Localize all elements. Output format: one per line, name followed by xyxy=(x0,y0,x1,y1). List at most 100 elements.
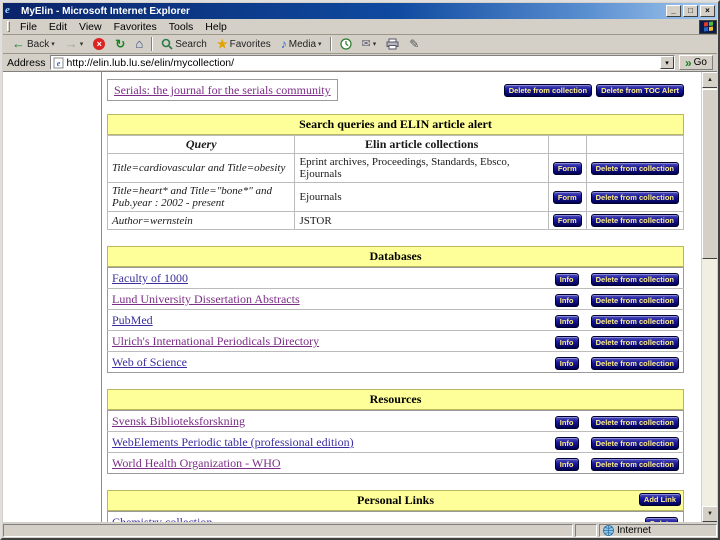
menu-favorites[interactable]: Favorites xyxy=(108,21,163,33)
mail-dropdown-icon[interactable]: ▾ xyxy=(373,40,377,48)
refresh-icon: ↻ xyxy=(115,37,126,51)
menu-grip-handle[interactable] xyxy=(7,21,10,32)
database-row: Ulrich's International Periodicals Direc… xyxy=(107,330,684,352)
status-message-panel xyxy=(3,524,573,537)
info-button[interactable]: Info xyxy=(554,437,579,450)
search-query-row: Title=cardiovascular and Title=obesity E… xyxy=(106,153,685,183)
resource-row: WebElements Periodic table (professional… xyxy=(107,431,684,453)
database-row: Web of Science Info Delete from collecti… xyxy=(108,352,684,373)
resource-link[interactable]: Svensk Biblioteksforskning xyxy=(112,414,245,428)
database-link[interactable]: PubMed xyxy=(112,313,153,327)
serials-buttons: Delete from collection Delete from TOC A… xyxy=(503,83,684,97)
menu-edit[interactable]: Edit xyxy=(43,21,73,33)
menu-tools[interactable]: Tools xyxy=(163,21,200,33)
go-button[interactable]: » Go xyxy=(678,55,713,70)
favorites-icon: ★ xyxy=(216,37,228,51)
scrollbar-thumb[interactable] xyxy=(702,89,717,259)
internet-globe-icon xyxy=(603,525,614,536)
database-link[interactable]: Web of Science xyxy=(112,355,187,369)
database-row: Lund University Dissertation Abstracts I… xyxy=(107,288,684,310)
serials-link[interactable]: Serials: the journal for the serials com… xyxy=(114,83,331,97)
favorites-label: Favorites xyxy=(229,38,271,50)
close-button[interactable]: × xyxy=(700,5,715,17)
info-button[interactable]: Info xyxy=(554,273,579,286)
menu-file[interactable]: File xyxy=(14,21,43,33)
form-button[interactable]: Form xyxy=(552,190,582,204)
stop-icon: × xyxy=(93,38,106,50)
serials-box: Serials: the journal for the serials com… xyxy=(107,79,338,101)
database-link[interactable]: Lund University Dissertation Abstracts xyxy=(112,292,300,306)
query-text: Title=cardiovascular and Title=obesity xyxy=(106,153,296,183)
edit-button[interactable]: ✎ xyxy=(404,36,424,53)
delete-from-collection-button[interactable]: Delete from collection xyxy=(590,294,679,307)
menu-view[interactable]: View xyxy=(73,21,108,33)
back-button[interactable]: ← Back ▾ xyxy=(7,36,60,53)
delete-button[interactable]: Delete xyxy=(644,517,678,522)
favorites-button[interactable]: ★ Favorites xyxy=(212,36,276,53)
resource-row: World Health Organization - WHO Info Del… xyxy=(108,453,684,474)
info-button[interactable]: Info xyxy=(554,458,579,471)
delete-from-collection-button[interactable]: Delete from collection xyxy=(503,83,593,97)
back-dropdown-icon[interactable]: ▾ xyxy=(51,40,55,48)
info-button[interactable]: Info xyxy=(554,416,579,429)
collections-text: Eprint archives, Proceedings, Standards,… xyxy=(294,153,549,183)
database-link[interactable]: Ulrich's International Periodicals Direc… xyxy=(112,334,319,348)
personal-link[interactable]: Chemistry collection xyxy=(112,515,212,522)
info-button[interactable]: Info xyxy=(554,336,579,349)
info-button[interactable]: Info xyxy=(554,294,579,307)
delete-from-collection-button[interactable]: Delete from collection xyxy=(590,357,679,370)
mail-button[interactable]: ✉ ▾ xyxy=(357,36,382,53)
search-button[interactable]: Search xyxy=(156,36,212,53)
home-button[interactable]: ⌂ xyxy=(130,36,148,53)
database-link[interactable]: Faculty of 1000 xyxy=(112,271,188,285)
media-button[interactable]: ♪ Media ▾ xyxy=(276,36,327,53)
forward-button[interactable]: → ▾ xyxy=(60,36,89,53)
print-button[interactable] xyxy=(381,36,404,53)
scroll-down-button[interactable]: ▼ xyxy=(702,506,717,522)
vertical-scrollbar[interactable]: ▲ ▼ xyxy=(701,72,717,522)
minimize-button[interactable]: _ xyxy=(666,5,681,17)
maximize-button[interactable]: □ xyxy=(683,5,698,17)
delete-from-collection-button[interactable]: Delete from collection xyxy=(590,416,679,429)
empty-header-cell xyxy=(547,135,587,154)
scroll-up-button[interactable]: ▲ xyxy=(702,72,717,88)
form-button[interactable]: Form xyxy=(552,161,582,175)
stop-button[interactable]: × xyxy=(88,36,110,53)
media-icon: ♪ xyxy=(280,37,287,51)
resource-link[interactable]: WebElements Periodic table (professional… xyxy=(112,435,354,449)
add-link-button[interactable]: Add Link xyxy=(638,493,681,506)
history-button[interactable] xyxy=(335,36,357,53)
info-button[interactable]: Info xyxy=(554,315,579,328)
delete-from-collection-button[interactable]: Delete from collection xyxy=(590,214,679,227)
database-row: PubMed Info Delete from collection xyxy=(107,309,684,331)
delete-from-collection-button[interactable]: Delete from collection xyxy=(590,190,679,204)
search-table-header-row: Query Elin article collections xyxy=(106,135,685,154)
address-label: Address xyxy=(7,56,46,69)
resource-link[interactable]: World Health Organization - WHO xyxy=(112,456,281,470)
search-query-row: Author=wernstein JSTOR Form Delete from … xyxy=(106,211,685,230)
forward-dropdown-icon[interactable]: ▾ xyxy=(80,40,84,48)
form-button[interactable]: Form xyxy=(552,214,582,227)
address-dropdown-button[interactable]: ▾ xyxy=(659,56,674,69)
delete-from-collection-button[interactable]: Delete from collection xyxy=(590,315,679,328)
menu-help[interactable]: Help xyxy=(199,21,233,33)
delete-from-collection-button[interactable]: Delete from collection xyxy=(590,458,679,471)
page-frame: Serials: the journal for the serials com… xyxy=(101,72,689,522)
print-icon xyxy=(386,38,399,50)
delete-from-collection-button[interactable]: Delete from collection xyxy=(590,273,679,286)
query-text: Author=wernstein xyxy=(106,211,296,230)
refresh-button[interactable]: ↻ xyxy=(110,36,130,53)
delete-from-collection-button[interactable]: Delete from collection xyxy=(590,161,679,175)
status-spacer-panel xyxy=(575,524,597,537)
address-input[interactable]: e http://elin.lub.lu.se/elin/mycollectio… xyxy=(49,55,675,70)
delete-from-toc-alert-button[interactable]: Delete from TOC Alert xyxy=(596,83,684,97)
media-dropdown-icon[interactable]: ▾ xyxy=(318,40,322,48)
status-bar: Internet xyxy=(3,522,717,537)
resources-section-header: Resources xyxy=(107,389,684,410)
media-label: Media xyxy=(288,38,317,50)
delete-from-collection-button[interactable]: Delete from collection xyxy=(590,437,679,450)
windows-flag-icon xyxy=(703,21,713,32)
info-button[interactable]: Info xyxy=(554,357,579,370)
delete-from-collection-button[interactable]: Delete from collection xyxy=(590,336,679,349)
address-bar: Address e http://elin.lub.lu.se/elin/myc… xyxy=(3,54,717,72)
